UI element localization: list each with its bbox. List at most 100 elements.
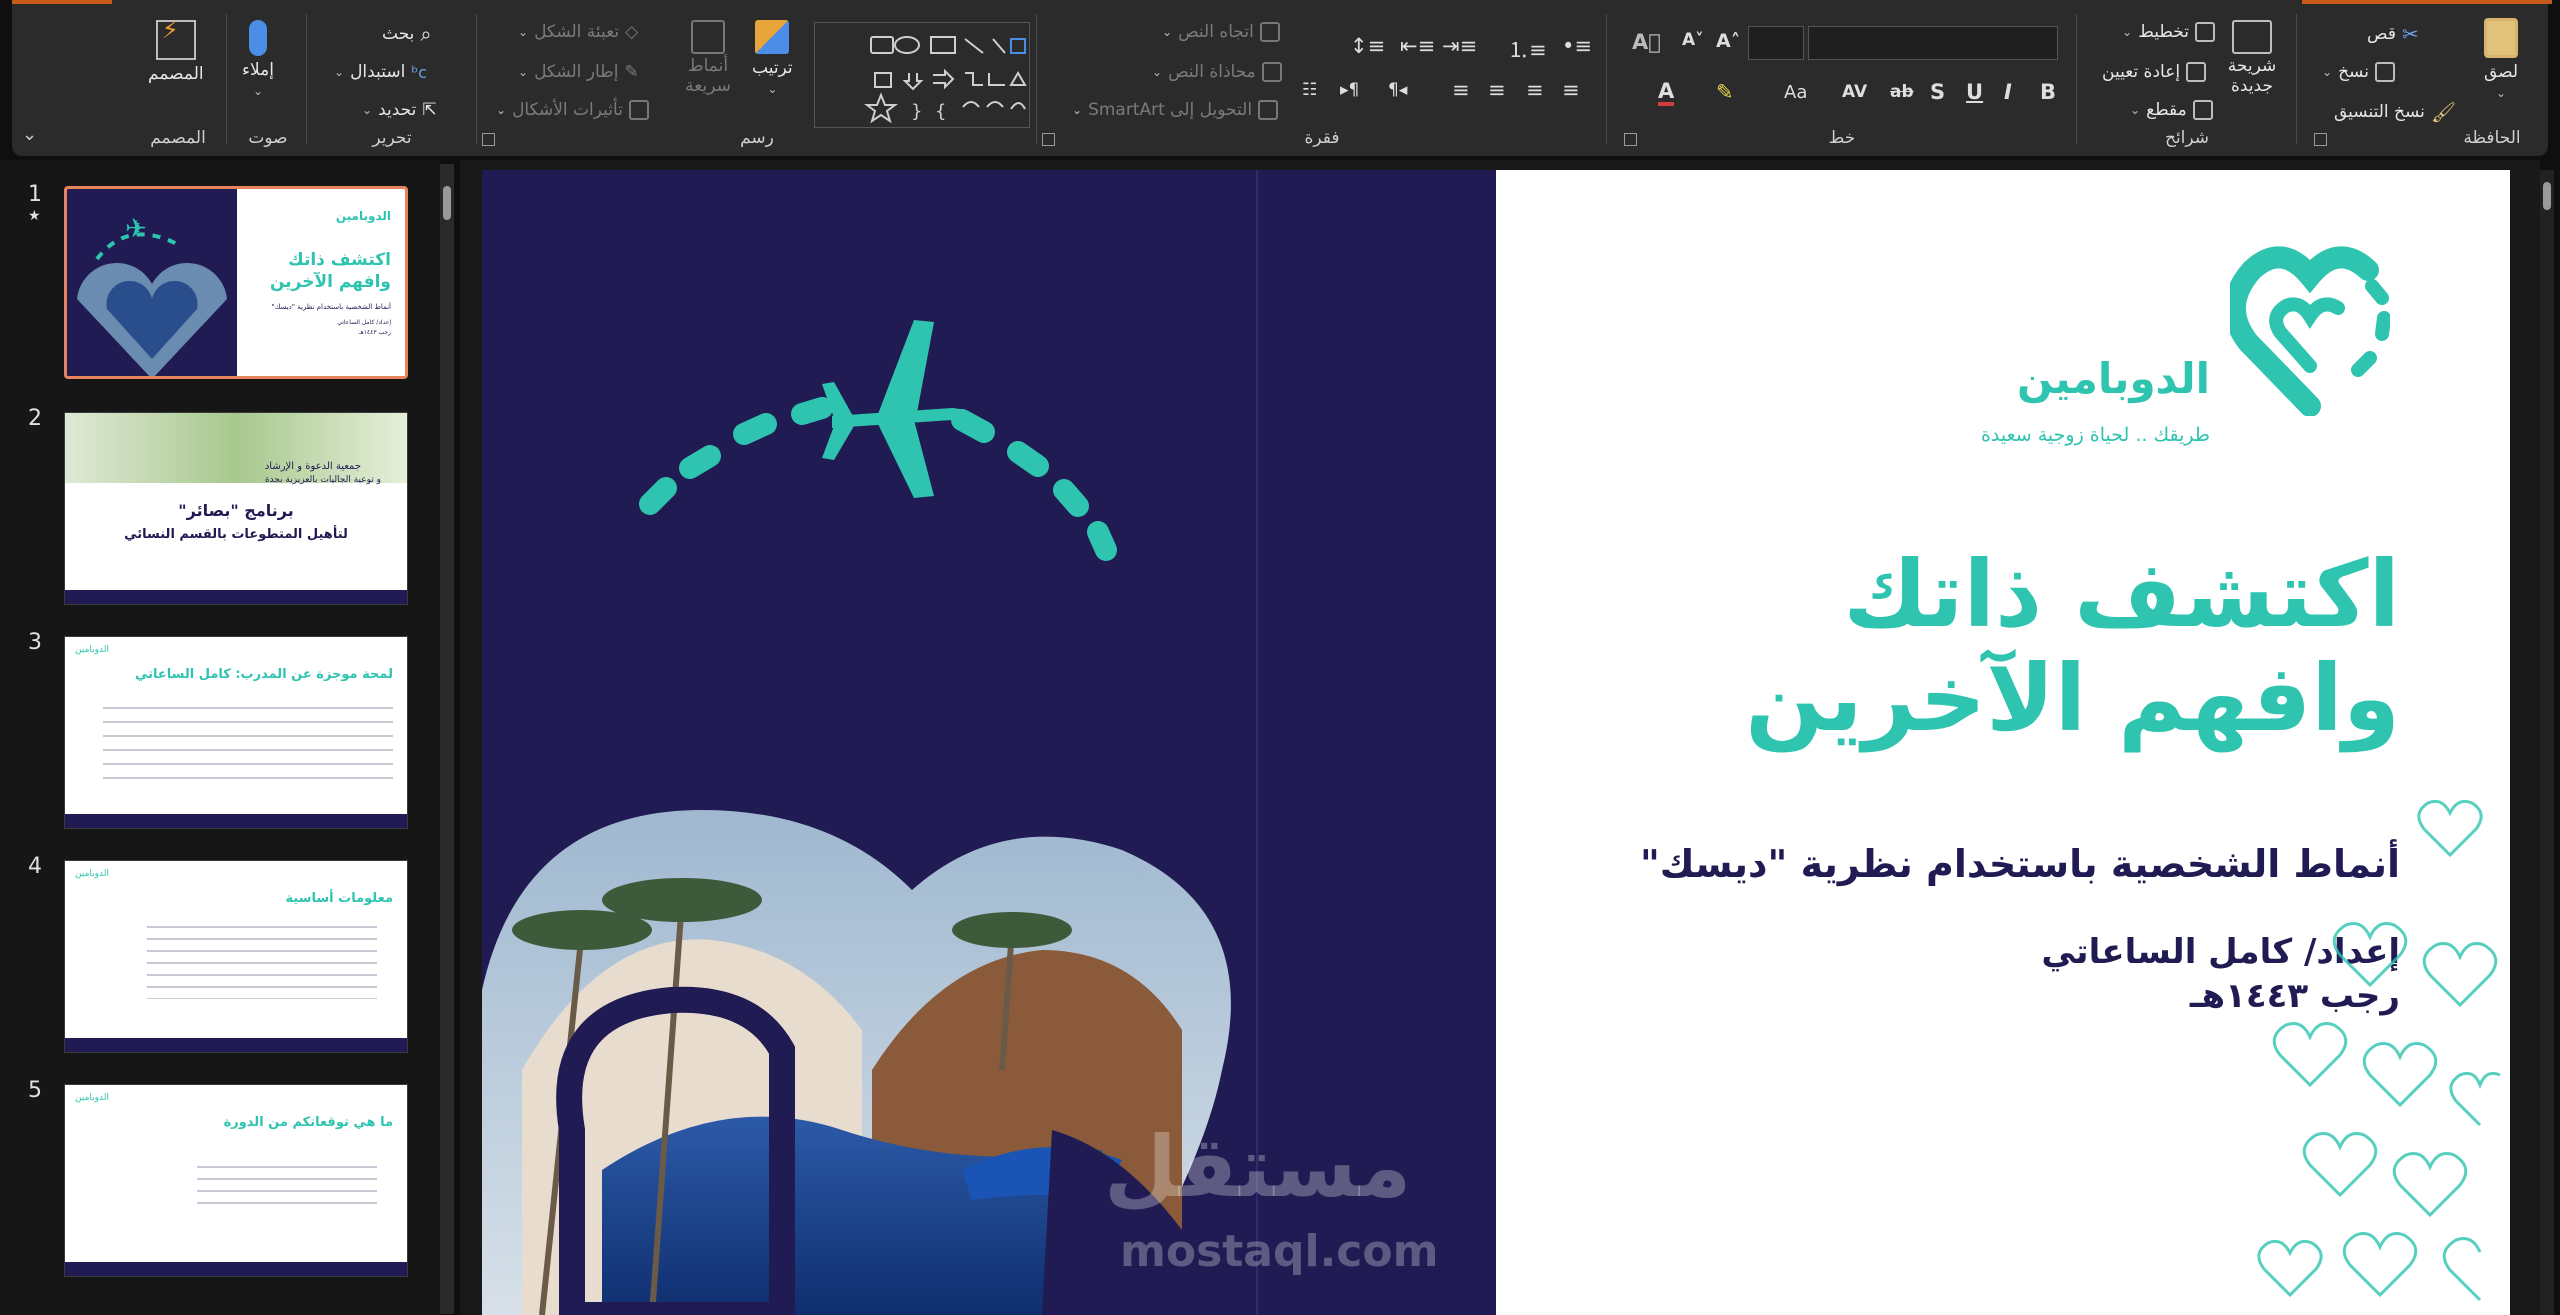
quick-styles-button[interactable]: أنماط سريعة: [678, 20, 738, 96]
chevron-down-icon: ⌄: [518, 65, 529, 79]
italic-button[interactable]: I: [2004, 80, 2012, 104]
slide-number: 5: [28, 1078, 42, 1103]
thumb-title: اكتشف ذاتك وافهم الآخرين: [270, 250, 391, 292]
rtl-button[interactable]: ¶◂: [1388, 80, 1407, 100]
change-case-button[interactable]: Aa: [1784, 82, 1807, 103]
align-left-button[interactable]: ≡: [1452, 78, 1470, 102]
shrink-font-button[interactable]: A˅: [1682, 30, 1704, 50]
bold-button[interactable]: B: [2040, 80, 2056, 104]
format-painter-button[interactable]: 🖌 نسخ التنسيق: [2334, 100, 2456, 124]
chevron-down-icon: ⌄: [496, 103, 507, 117]
designer-button[interactable]: ⚡ المصمم: [148, 16, 204, 84]
collapse-ribbon-icon[interactable]: ⌄: [22, 124, 37, 145]
align-right-button[interactable]: ≡: [1526, 78, 1544, 102]
clear-formatting-button[interactable]: A⃝: [1632, 30, 1661, 54]
layout-button[interactable]: تخطيط ⌄: [2122, 22, 2215, 42]
dictate-button[interactable]: إملاء ⌄: [242, 20, 274, 98]
chevron-down-icon: ⌄: [1072, 103, 1083, 117]
shape-fill-button[interactable]: ◇ تعبئة الشكل ⌄: [518, 22, 638, 42]
copy-button[interactable]: نسخ ⌄: [2322, 62, 2395, 82]
drawing-launcher[interactable]: [482, 133, 495, 146]
svg-text:✈: ✈: [125, 214, 147, 244]
smartart-button[interactable]: التحويل إلى SmartArt ⌄: [1072, 100, 1279, 120]
new-slide-button[interactable]: شريحة جديدة: [2222, 20, 2282, 96]
columns-button[interactable]: ☷: [1302, 80, 1317, 100]
align-text-button[interactable]: محاذاة النص ⌄: [1152, 62, 1282, 82]
svg-text:}: }: [911, 101, 922, 122]
thumb-logo: الدوبامين: [75, 645, 109, 655]
smartart-icon: [1258, 100, 1279, 120]
editor-scroll-thumb[interactable]: [2543, 182, 2551, 210]
scissors-icon: ✂: [2401, 22, 2419, 46]
shadow-button[interactable]: S: [1930, 80, 1945, 104]
font-size-select[interactable]: [1748, 26, 1804, 60]
clipboard-launcher[interactable]: [2314, 133, 2327, 146]
find-button[interactable]: ⌕ بحث: [382, 22, 432, 46]
slide-thumbnail-5[interactable]: الدوبامين ما هي توقعاتكم من الدورة: [64, 1084, 408, 1277]
align-center-button[interactable]: ≡: [1488, 78, 1506, 102]
tab-indicator-left: [12, 0, 112, 4]
grow-font-button[interactable]: A˄: [1716, 30, 1740, 52]
thumb-logo: الدوبامين: [75, 869, 109, 879]
slide-number: 1: [28, 182, 42, 207]
thumb-logo: الدوبامين: [75, 1093, 109, 1103]
chevron-down-icon: ⌄: [1162, 25, 1173, 39]
slide-title-line-1[interactable]: اكتشف ذاتك: [1582, 540, 2400, 650]
select-button[interactable]: ⇱ تحديد ⌄: [362, 100, 437, 120]
heart-logo-icon: [2224, 246, 2391, 417]
reset-icon: [2186, 62, 2207, 82]
chevron-down-icon: ⌄: [362, 103, 373, 117]
align-justify-button[interactable]: ≡: [1562, 78, 1580, 102]
shapes-gallery[interactable]: { }: [814, 22, 1030, 128]
thumbnails-scroll-thumb[interactable]: [443, 186, 451, 220]
strikethrough-button[interactable]: ab: [1890, 82, 1914, 102]
decrease-indent-button[interactable]: ⇤≡: [1400, 34, 1435, 58]
watermark-arabic: مستقل: [1104, 1118, 1412, 1216]
paste-button[interactable]: لصق ⌄: [2484, 18, 2518, 100]
heart-pattern-decoration: [2257, 799, 2501, 1302]
font-launcher[interactable]: [1624, 133, 1637, 146]
separator: [1606, 14, 1607, 144]
chevron-down-icon: ⌄: [2122, 25, 2133, 39]
ltr-button[interactable]: ▸¶: [1340, 80, 1359, 100]
slide-thumbnail-3[interactable]: الدوبامين لمحة موجزة عن المدرب: كامل الس…: [64, 636, 408, 829]
thumb-footer-bar: [65, 1038, 407, 1052]
paragraph-launcher[interactable]: [1042, 133, 1055, 146]
text-direction-button[interactable]: اتجاه النص ⌄: [1162, 22, 1280, 42]
editor-scrollbar[interactable]: [2540, 170, 2554, 1315]
pool-photo-heart: [482, 810, 1231, 1315]
underline-button[interactable]: U: [1966, 80, 1983, 104]
reset-button[interactable]: إعادة تعيين: [2102, 62, 2207, 82]
designer-icon: ⚡: [155, 16, 196, 60]
slide-thumbnail-1[interactable]: ✈ الدوبامين اكتشف ذاتك وافهم الآخرين أنم…: [64, 186, 408, 379]
shape-outline-button[interactable]: ✎ إطار الشكل ⌄: [518, 62, 639, 82]
thumb-subtitle: لتأهيل المتطوعات بالقسم النسائي: [124, 527, 348, 542]
thumb-graphics: ✈: [77, 214, 227, 376]
line-spacing-button[interactable]: ↕≡: [1350, 34, 1385, 58]
slide-thumbnail-2[interactable]: جمعية الدعوة و الإرشاد و توعية الجاليات …: [64, 412, 408, 605]
slide-thumbnail-4[interactable]: الدوبامين معلومات أساسية: [64, 860, 408, 1053]
cut-button[interactable]: ✂ قص: [2367, 22, 2419, 46]
bullets-button[interactable]: •≡: [1562, 34, 1592, 58]
slide-title-line-2[interactable]: وافهم الآخرين: [1582, 644, 2400, 754]
thumb-meta1: إعداد/ كامل الساعاتي: [337, 319, 391, 326]
slides-group: شريحة جديدة تخطيط ⌄ إعادة تعيين مقطع ⌄ ش…: [2082, 8, 2292, 152]
thumbnails-scrollbar[interactable]: [440, 164, 454, 1314]
numbering-button[interactable]: ⒈≡: [1508, 34, 1547, 64]
paintbrush-icon: 🖌: [2430, 100, 2457, 124]
slide-number: 3: [28, 630, 42, 655]
section-button[interactable]: مقطع ⌄: [2130, 100, 2213, 120]
thumb-bullets: [147, 919, 377, 999]
character-spacing-button[interactable]: AV: [1842, 82, 1867, 102]
replace-button[interactable]: ᵇc استبدال ⌄: [334, 62, 427, 82]
shape-effects-button[interactable]: تأثيرات الأشكال ⌄: [496, 100, 649, 120]
font-name-select[interactable]: [1808, 26, 2058, 60]
current-slide[interactable]: الدوبامين طريقك .. لحياة زوجية سعيدة اكت…: [482, 170, 2510, 1315]
increase-indent-button[interactable]: ⇥≡: [1442, 34, 1477, 58]
font-color-button[interactable]: A: [1658, 80, 1675, 106]
chevron-down-icon: ⌄: [2130, 103, 2141, 117]
chevron-down-icon: ⌄: [252, 84, 264, 98]
highlight-button[interactable]: ✎: [1716, 80, 1734, 104]
arrange-button[interactable]: ترتيب ⌄: [752, 20, 793, 96]
logo-name: الدوبامين: [2016, 354, 2210, 403]
